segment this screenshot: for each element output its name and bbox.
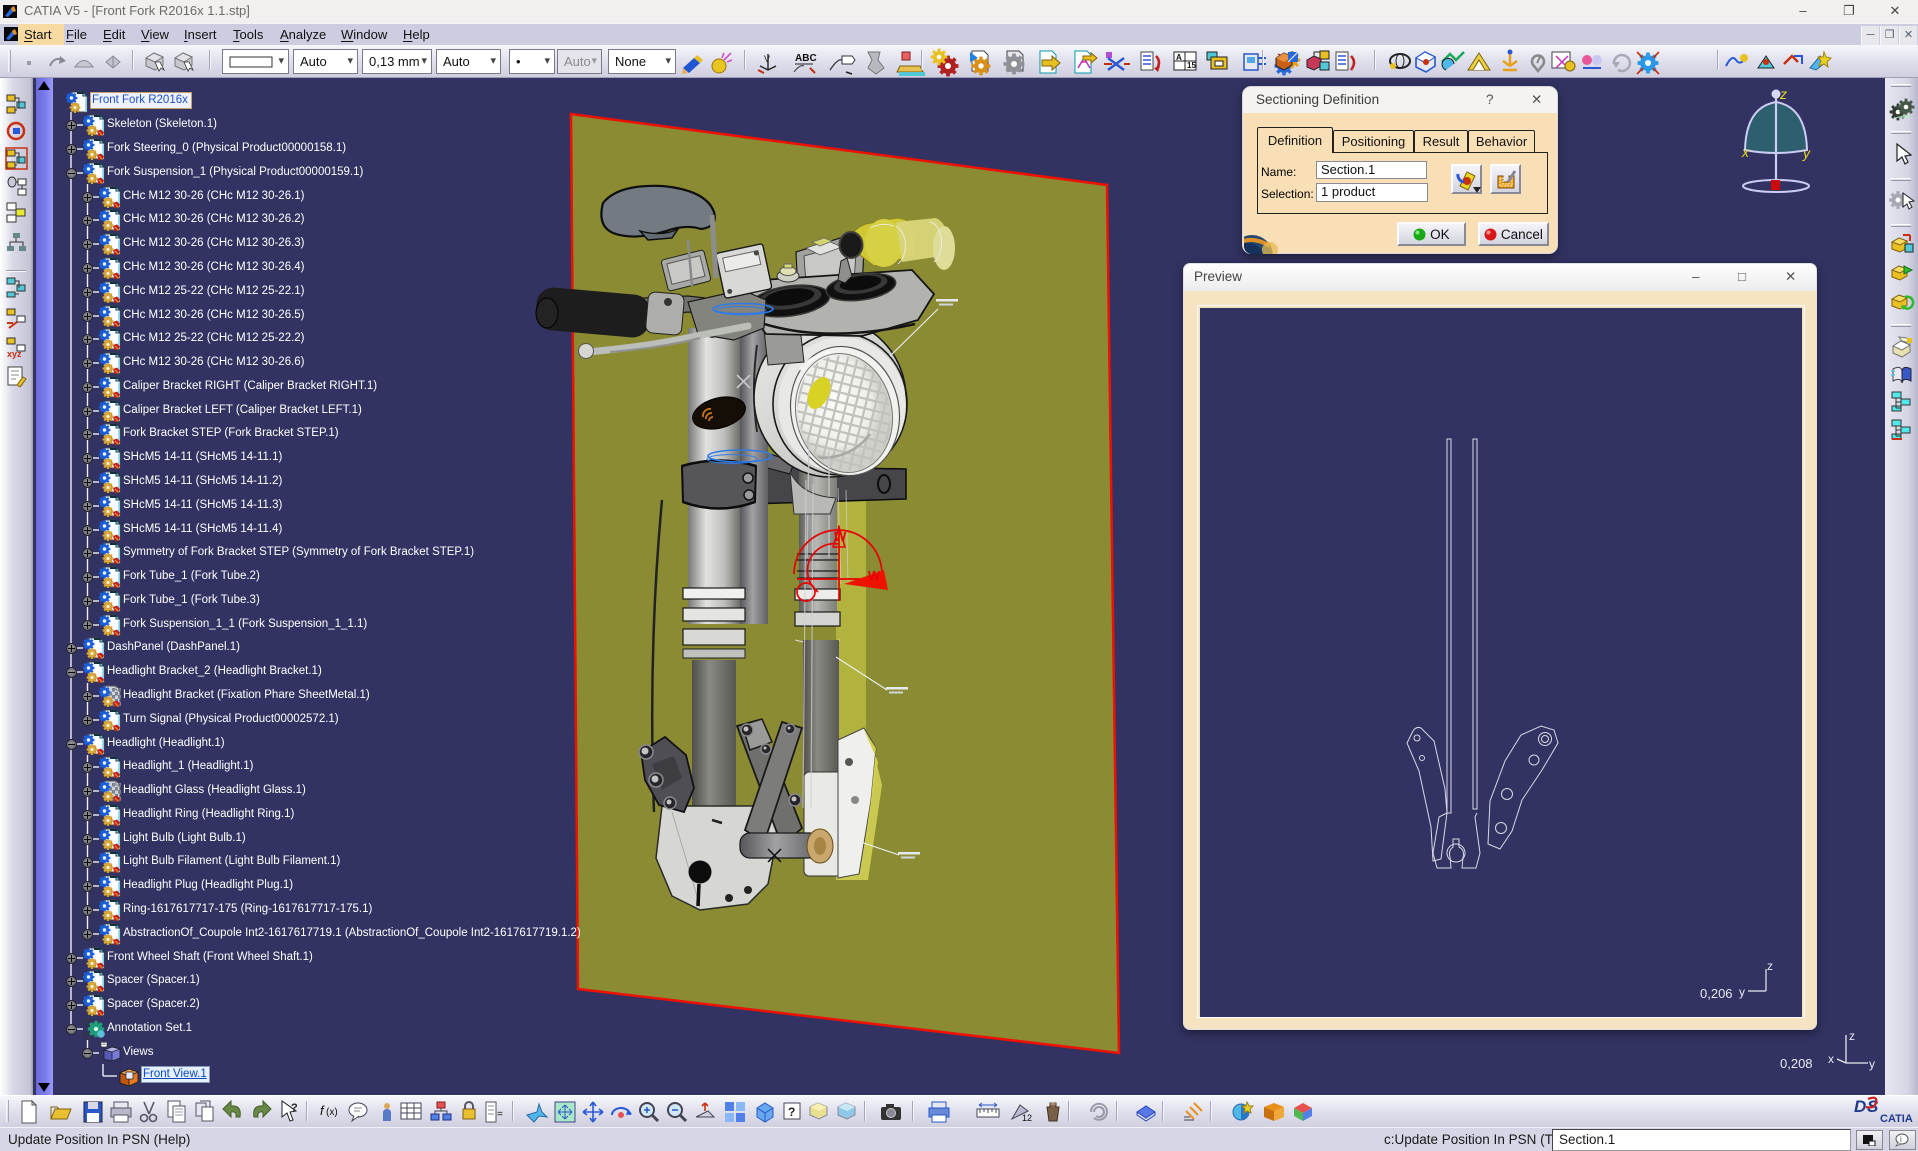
svg-text:D: D [1854, 1097, 1866, 1116]
svg-text:?: ? [788, 1105, 795, 1119]
svg-text:=: = [497, 1109, 503, 1120]
svg-text:f: f [320, 1103, 325, 1118]
svg-text:CATIA: CATIA [1880, 1113, 1913, 1125]
svg-text:12: 12 [1022, 1113, 1032, 1123]
svg-text:?: ? [291, 1102, 298, 1114]
svg-text:(x): (x) [326, 1107, 338, 1118]
svg-text:i: i [1900, 1135, 1902, 1144]
